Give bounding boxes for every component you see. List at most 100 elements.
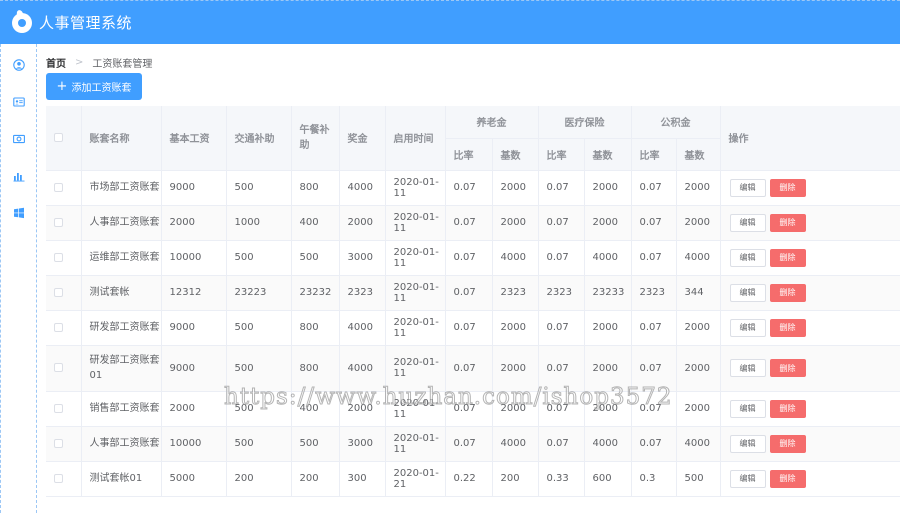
cell-name: 销售部工资账套 [81, 391, 162, 427]
cell-pension-base: 4000 [492, 426, 539, 462]
cell-basic: 10000 [161, 240, 227, 276]
cell-fund-rate: 0.3 [631, 461, 677, 497]
delete-button[interactable]: 删除 [769, 469, 806, 488]
cell-fund-rate: 0.07 [631, 310, 677, 346]
cell-bonus: 2000 [339, 205, 386, 241]
table-row: 市场部工资账套 9000 500 800 4000 2020-01-11 0.0… [46, 170, 900, 206]
cell-name: 人事部工资账套 [81, 205, 162, 241]
cell-start: 2020-01-11 [385, 391, 446, 427]
row-checkbox[interactable] [54, 438, 63, 448]
cell-ops: 编辑 删除 [720, 310, 900, 346]
cell-medical-base: 4000 [584, 426, 632, 462]
delete-button[interactable]: 删除 [769, 248, 806, 267]
breadcrumb: 首页 > 工资账套管理 [46, 55, 152, 70]
delete-button[interactable]: 删除 [769, 399, 806, 418]
select-all-checkbox[interactable] [54, 132, 63, 142]
row-checkbox[interactable] [54, 252, 63, 262]
cell-ops: 编辑 删除 [720, 391, 900, 427]
app-logo-icon [12, 12, 32, 33]
cell-medical-rate: 2323 [538, 275, 585, 311]
delete-button[interactable]: 删除 [769, 359, 806, 377]
main-content: 首页 > 工资账套管理 + 添加工资账套 账套名称 基本工资 交通补助 午餐补助… [46, 44, 900, 513]
cell-pension-base: 2000 [492, 310, 539, 346]
cell-bonus: 3000 [339, 426, 386, 462]
header-bonus: 奖金 [339, 106, 386, 171]
cell-medical-rate: 0.07 [538, 426, 585, 462]
cell-medical-base: 4000 [584, 240, 632, 276]
cell-traffic: 500 [226, 426, 292, 462]
breadcrumb-home[interactable]: 首页 [46, 55, 66, 70]
cell-pension-base: 2000 [492, 391, 539, 427]
plus-icon: + [56, 79, 68, 94]
cell-fund-rate: 0.07 [631, 170, 677, 206]
cell-basic: 12312 [161, 275, 227, 311]
edit-button[interactable]: 编辑 [729, 434, 766, 453]
cell-pension-rate: 0.07 [445, 205, 493, 241]
cell-medical-rate: 0.07 [538, 391, 585, 427]
delete-button[interactable]: 删除 [769, 318, 806, 337]
id-card-icon [13, 96, 25, 107]
row-checkbox[interactable] [54, 182, 63, 192]
table-row: 人事部工资账套 10000 500 500 3000 2020-01-11 0.… [46, 426, 900, 462]
cell-fund-rate: 0.07 [631, 391, 677, 427]
cell-medical-rate: 0.33 [538, 461, 585, 497]
cell-traffic: 23223 [226, 275, 292, 311]
row-checkbox[interactable] [54, 322, 63, 332]
sidebar-item-id-card[interactable] [1, 83, 37, 120]
cell-bonus: 2000 [339, 391, 386, 427]
cell-fund-base: 2000 [676, 310, 721, 346]
cell-pension-rate: 0.07 [445, 345, 493, 392]
cell-bonus: 4000 [339, 310, 386, 346]
cell-basic: 5000 [161, 461, 227, 497]
cell-pension-rate: 0.07 [445, 240, 493, 276]
delete-button[interactable]: 删除 [769, 283, 806, 302]
edit-button[interactable]: 编辑 [729, 283, 766, 302]
cell-lunch: 23232 [291, 275, 340, 311]
cell-name: 测试套帐 [81, 275, 162, 311]
edit-button[interactable]: 编辑 [729, 248, 766, 267]
add-salary-set-button[interactable]: + 添加工资账套 [46, 73, 142, 100]
row-checkbox[interactable] [54, 473, 63, 483]
header-fund-base: 基数 [676, 138, 721, 171]
cell-pension-rate: 0.22 [445, 461, 493, 497]
cell-traffic: 500 [226, 310, 292, 346]
cell-ops: 编辑 删除 [720, 240, 900, 276]
delete-button[interactable]: 删除 [769, 213, 806, 232]
cell-bonus: 300 [339, 461, 386, 497]
cell-pension-rate: 0.07 [445, 170, 493, 206]
delete-button[interactable]: 删除 [769, 178, 806, 197]
header-ops: 操作 [720, 106, 900, 171]
sidebar-item-system[interactable] [1, 194, 37, 231]
cell-traffic: 500 [226, 240, 292, 276]
row-select-cell [46, 275, 82, 311]
delete-button[interactable]: 删除 [769, 434, 806, 453]
sidebar-item-statistics[interactable] [1, 157, 37, 194]
row-select-cell [46, 391, 82, 427]
cell-start: 2020-01-11 [385, 170, 446, 206]
cell-fund-base: 4000 [676, 426, 721, 462]
edit-button[interactable]: 编辑 [729, 318, 766, 337]
header-pension-base: 基数 [492, 138, 539, 171]
cell-start: 2020-01-11 [385, 310, 446, 346]
edit-button[interactable]: 编辑 [729, 178, 766, 197]
cell-medical-base: 2000 [584, 345, 632, 392]
sidebar-item-user[interactable] [1, 46, 37, 83]
cell-name: 人事部工资账套 [81, 426, 162, 462]
edit-button[interactable]: 编辑 [729, 399, 766, 418]
edit-button[interactable]: 编辑 [729, 213, 766, 232]
edit-button[interactable]: 编辑 [729, 359, 766, 377]
cell-medical-base: 2000 [584, 170, 632, 206]
app-title: 人事管理系统 [39, 14, 133, 32]
sidebar-item-money[interactable] [1, 120, 37, 157]
row-checkbox[interactable] [54, 403, 63, 413]
cell-basic: 9000 [161, 310, 227, 346]
sidebar [0, 44, 37, 513]
row-checkbox[interactable] [54, 287, 63, 297]
edit-button[interactable]: 编辑 [729, 469, 766, 488]
cell-lunch: 200 [291, 461, 340, 497]
row-checkbox[interactable] [54, 217, 63, 227]
row-checkbox[interactable] [54, 363, 63, 372]
cell-name: 研发部工资账套 [81, 310, 162, 346]
cell-medical-base: 2000 [584, 391, 632, 427]
breadcrumb-current: 工资账套管理 [92, 59, 153, 70]
